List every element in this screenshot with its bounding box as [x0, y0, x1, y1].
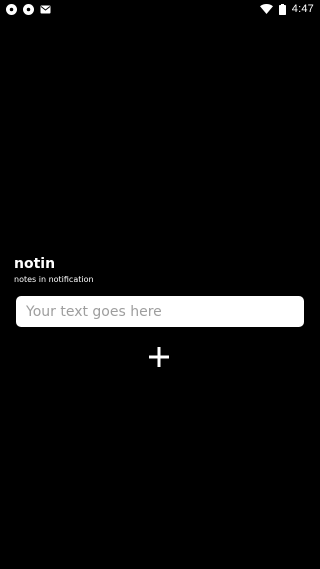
notification-app-icon: [6, 3, 17, 15]
wifi-icon: [259, 4, 273, 14]
app-title: notin: [14, 256, 56, 272]
app-subtitle: notes in notification: [14, 275, 94, 284]
note-text-input[interactable]: [16, 296, 304, 327]
plus-icon: [148, 346, 170, 368]
notification-app-icon: [23, 3, 34, 15]
status-bar: 4:47: [0, 0, 320, 18]
add-note-button[interactable]: [145, 343, 173, 371]
status-time: 4:47: [291, 2, 314, 15]
status-bar-notifications: [6, 3, 51, 15]
status-bar-system: 4:47: [259, 2, 314, 15]
app-header: notin notes in notification: [14, 256, 306, 286]
gmail-icon: [40, 5, 51, 14]
battery-icon: [278, 3, 286, 15]
